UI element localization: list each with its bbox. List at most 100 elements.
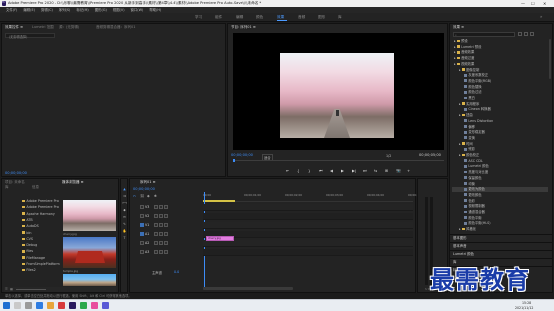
solo-icon[interactable] <box>164 250 168 254</box>
yuv-effects-filter-button[interactable] <box>530 32 534 36</box>
timeline-clip[interactable]: cherry.jpg <box>206 236 234 241</box>
workspace-tab-2[interactable]: 编辑 <box>236 15 243 20</box>
lock-icon[interactable] <box>154 205 158 209</box>
effects-scrollbar[interactable] <box>549 39 551 79</box>
folder-item-7[interactable]: Debug <box>4 243 60 248</box>
app-icon-purple[interactable] <box>102 302 109 309</box>
search-taskbar-icon[interactable] <box>14 302 21 309</box>
side-panel-tab-0[interactable]: 基本图形 <box>450 234 552 241</box>
list-view-icon[interactable]: ☰ <box>5 287 8 291</box>
effect-item-0[interactable]: ▸ 预设 <box>452 39 548 44</box>
track-target-toggle[interactable] <box>140 223 144 227</box>
lock-icon[interactable] <box>154 223 158 227</box>
effect-item-26[interactable]: 更改为颜色 <box>452 187 548 192</box>
menu-item-0[interactable]: 文件(F) <box>6 8 17 12</box>
32bit-effects-filter-button[interactable] <box>524 32 528 36</box>
track-label[interactable]: A3 <box>145 250 154 254</box>
effect-item-11[interactable]: ▸ 实用程序 <box>452 102 548 107</box>
minimize-button[interactable]: — <box>521 0 525 7</box>
app-icon-green[interactable] <box>80 302 87 309</box>
effect-item-20[interactable]: ▸ 颜色校正 <box>452 153 548 158</box>
side-panel-tab-1[interactable]: 基本声音 <box>450 242 552 249</box>
timeline-timecode[interactable]: 00;00;00;00 <box>133 187 155 191</box>
effect-item-28[interactable]: 色彩 <box>452 199 548 204</box>
workspace-tab-0[interactable]: 学习 <box>195 15 202 20</box>
accelerated-effects-filter-button[interactable] <box>518 32 522 36</box>
tab-sequence[interactable]: 序列01 ≡ <box>140 180 156 185</box>
clip-thumbnail-1[interactable] <box>63 200 116 231</box>
task-view-icon[interactable] <box>25 302 32 309</box>
track-lane[interactable] <box>203 213 413 220</box>
eye-icon[interactable] <box>164 223 168 227</box>
lock-icon[interactable] <box>154 214 158 218</box>
app-icon-pink[interactable] <box>91 302 98 309</box>
menu-item-3[interactable]: 序列(S) <box>59 8 71 12</box>
razor-tool-icon[interactable]: ◆ <box>122 208 127 213</box>
tab-effect-controls[interactable]: 效果控件 ≡ <box>5 25 23 30</box>
effect-item-23[interactable]: 亮度与对比度 <box>452 170 548 175</box>
premiere-taskbar-icon[interactable] <box>69 302 76 309</box>
thumbnail-size-slider[interactable] <box>16 289 46 290</box>
track-lane[interactable] <box>203 249 413 256</box>
tab-libraries[interactable]: 库 <box>5 185 9 190</box>
folder-item-5[interactable]: bin <box>4 231 60 236</box>
lock-icon[interactable] <box>154 232 158 236</box>
transport-button-11[interactable]: + <box>407 168 410 173</box>
effect-item-14[interactable]: Lens Distortion <box>452 119 548 124</box>
effect-item-29[interactable]: 视频限制器 <box>452 204 548 209</box>
track-lane[interactable] <box>203 222 413 229</box>
effect-item-6[interactable]: 灰度系数校正 <box>452 73 548 78</box>
timeline-horizontal-scrollbar[interactable] <box>203 287 293 290</box>
transport-button-5[interactable]: ▶ <box>341 168 344 173</box>
effect-item-25[interactable]: 均衡 <box>452 182 548 187</box>
effect-item-21[interactable]: ASC CDL <box>452 159 548 164</box>
app-icon-red[interactable] <box>58 302 65 309</box>
effect-item-22[interactable]: Lumetri 颜色 <box>452 164 548 169</box>
sync-icon[interactable] <box>159 223 163 227</box>
eye-icon[interactable] <box>164 205 168 209</box>
effect-item-13[interactable]: ▸ 扭曲 <box>452 113 548 118</box>
effect-item-15[interactable]: 偏移 <box>452 125 548 130</box>
track-label[interactable]: V2 <box>145 214 154 218</box>
linked-selection-icon[interactable]: ⛓ <box>140 194 144 198</box>
effect-item-16[interactable]: 变形稳定器 <box>452 130 548 135</box>
folder-item-2[interactable]: Apache Harmony <box>4 212 60 217</box>
slip-tool-icon[interactable]: ⇹ <box>122 215 127 220</box>
effect-item-19[interactable]: 残影 <box>452 147 548 152</box>
pen-tool-icon[interactable]: ✎ <box>122 222 127 227</box>
effect-item-31[interactable]: 颜色平衡 <box>452 216 548 221</box>
effect-item-4[interactable]: ▸ 视频效果 <box>452 62 548 67</box>
workspace-more-button[interactable]: » <box>540 14 542 19</box>
side-panel-tab-2[interactable]: Lumetri 颜色 <box>450 250 552 257</box>
track-target-toggle[interactable] <box>140 214 144 218</box>
track-lane[interactable] <box>203 231 413 238</box>
effect-item-27[interactable]: 更改颜色 <box>452 193 548 198</box>
workspace-tab-4[interactable]: 效果 <box>277 15 284 20</box>
folder-item-11[interactable]: Files2 <box>4 268 60 273</box>
track-lane[interactable] <box>203 204 413 211</box>
menu-item-4[interactable]: 标记(M) <box>76 8 88 12</box>
tab-source[interactable]: 源：(无剪辑) <box>59 25 79 30</box>
folder-item-8[interactable]: files <box>4 249 60 254</box>
clip-thumbnail-3[interactable] <box>63 274 116 286</box>
effect-item-12[interactable]: Cineon 转换器 <box>452 107 548 112</box>
timeline-settings-icon[interactable]: ✱ <box>154 194 157 198</box>
folder-item-1[interactable]: Adobe Premiere Pro 1 <box>4 205 60 210</box>
type-tool-icon[interactable]: T <box>122 236 127 241</box>
tab-program[interactable]: 节目: 序列01 ≡ <box>231 25 256 30</box>
effect-item-1[interactable]: ▸ Lumetri 预设 <box>452 45 548 50</box>
effect-item-17[interactable]: 变换 <box>452 136 548 141</box>
effect-item-32[interactable]: 颜色平衡(HLS) <box>452 221 548 226</box>
mute-icon[interactable] <box>159 232 163 236</box>
tab-effects[interactable]: 效果 ≡ <box>453 25 464 30</box>
folder-item-0[interactable]: Adobe Premiere Pro <box>4 199 60 204</box>
tab-media-browser[interactable]: 媒体浏览器 ≡ <box>62 180 84 185</box>
track-target-toggle[interactable] <box>140 232 144 236</box>
master-volume-value[interactable]: 0.0 <box>174 270 179 274</box>
track-label[interactable]: V1 <box>145 223 154 227</box>
workspace-tab-5[interactable]: 音频 <box>298 15 305 20</box>
track-label[interactable]: A2 <box>145 241 154 245</box>
transport-button-8[interactable]: ⇆ <box>374 168 377 173</box>
folder-item-3[interactable]: ATB <box>4 218 60 223</box>
workspace-tab-1[interactable]: 组件 <box>215 15 222 20</box>
